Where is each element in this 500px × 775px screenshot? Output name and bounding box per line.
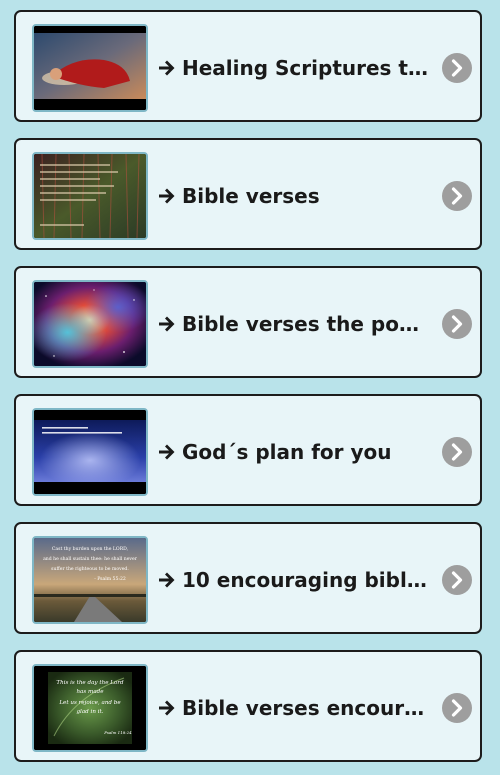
svg-text:- Psalm 55:22: - Psalm 55:22: [94, 576, 126, 582]
nebula-thumbnail: [32, 280, 148, 368]
svg-text:has made: has made: [76, 689, 104, 695]
rain-forest-verse-image: [34, 154, 146, 238]
leaf-verse-image: This is the day the Lord has made Let us…: [34, 666, 146, 750]
svg-text:This is the day the Lord: This is the day the Lord: [56, 680, 124, 686]
item-title: Bible verses the power ...: [182, 312, 434, 336]
arrow-right-icon: [159, 572, 175, 588]
chevron-right-circle-icon[interactable]: [442, 181, 472, 211]
item-title: Bible verses encourag...: [182, 696, 434, 720]
verses-list: Healing Scriptures to p...: [0, 0, 500, 775]
svg-text:glad in it.: glad in it.: [76, 709, 103, 715]
blue-sky-thumbnail: [32, 408, 148, 496]
svg-text:Cast thy burden upon the LORD,: Cast thy burden upon the LORD,: [52, 546, 129, 552]
chevron-right-circle-icon[interactable]: [442, 693, 472, 723]
chevron-right-circle-icon[interactable]: [442, 53, 472, 83]
chevron-right-circle-icon[interactable]: [442, 437, 472, 467]
arrow-right-icon: [159, 700, 175, 716]
arrow-right-icon: [159, 316, 175, 332]
list-item-gods-plan[interactable]: God´s plan for you: [14, 394, 482, 506]
blue-sky-text-image: [34, 410, 146, 494]
rain-forest-thumbnail: [32, 152, 148, 240]
svg-text:Psalm 118:24: Psalm 118:24: [103, 730, 132, 735]
arrow-right-icon: [159, 60, 175, 76]
chevron-right-circle-icon[interactable]: [442, 309, 472, 339]
praying-man-thumbnail: [32, 24, 148, 112]
svg-text:Let us rejoice, and be: Let us rejoice, and be: [58, 700, 121, 706]
svg-text:suffer the righteous to be mov: suffer the righteous to be moved.: [51, 566, 129, 572]
svg-text:and he shall sustain thee: he: and he shall sustain thee: he shall neve…: [43, 556, 138, 562]
item-title: Healing Scriptures to p...: [182, 56, 434, 80]
leaf-verse-thumbnail: This is the day the Lord has made Let us…: [32, 664, 148, 752]
list-item-bible-verses-power[interactable]: Bible verses the power ...: [14, 266, 482, 378]
nebula-image: [34, 282, 146, 366]
item-title: God´s plan for you: [182, 440, 392, 464]
sunset-road-thumbnail: Cast thy burden upon the LORD, and he sh…: [32, 536, 148, 624]
sunset-road-verse-image: Cast thy burden upon the LORD, and he sh…: [34, 538, 146, 622]
arrow-right-icon: [159, 444, 175, 460]
arrow-right-icon: [159, 188, 175, 204]
praying-man-image: [34, 26, 146, 110]
list-item-encouraging-bible-verses[interactable]: This is the day the Lord has made Let us…: [14, 650, 482, 762]
chevron-right-circle-icon[interactable]: [442, 565, 472, 595]
list-item-bible-verses[interactable]: Bible verses: [14, 138, 482, 250]
list-item-encouraging-verses[interactable]: Cast thy burden upon the LORD, and he sh…: [14, 522, 482, 634]
item-title: 10 encouraging bible v...: [182, 568, 434, 592]
list-item-healing-scriptures[interactable]: Healing Scriptures to p...: [14, 10, 482, 122]
item-title: Bible verses: [182, 184, 320, 208]
